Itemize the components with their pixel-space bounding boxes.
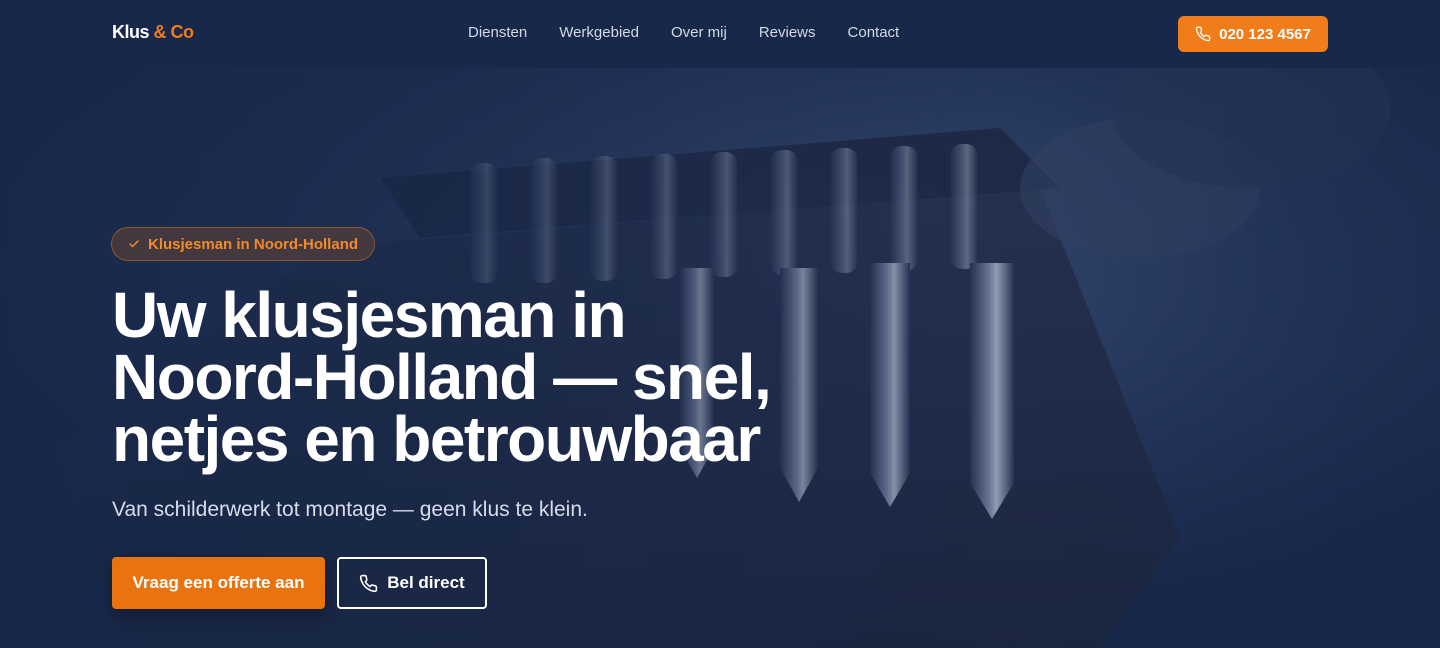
nav-link-contact[interactable]: Contact xyxy=(848,24,900,41)
hero-section: Klusjesman in Noord-Holland Uw klusjesma… xyxy=(0,68,1440,648)
phone-icon xyxy=(1195,26,1211,42)
badge-label: Klusjesman in Noord-Holland xyxy=(148,235,359,253)
check-icon xyxy=(128,238,140,250)
nav-link-diensten[interactable]: Diensten xyxy=(468,24,527,41)
nav-link-reviews[interactable]: Reviews xyxy=(759,24,816,41)
navbar: Klus & Co Diensten Werkgebied Over mij R… xyxy=(0,0,1440,68)
logo[interactable]: Klus & Co xyxy=(112,22,194,43)
hero-headline: Uw klusjesman in Noord-Holland — snel, n… xyxy=(112,279,772,475)
request-quote-button[interactable]: Vraag een offerte aan xyxy=(112,557,325,609)
location-badge: Klusjesman in Noord-Holland xyxy=(111,227,376,261)
hero-subline: Van schilderwerk tot montage — geen klus… xyxy=(112,498,588,521)
main-nav: Diensten Werkgebied Over mij Reviews Con… xyxy=(468,24,899,41)
phone-button[interactable]: 020 123 4567 xyxy=(1178,16,1328,52)
nav-link-werkgebied[interactable]: Werkgebied xyxy=(559,24,639,41)
logo-accent: & Co xyxy=(153,22,195,42)
phone-number: 020 123 4567 xyxy=(1219,25,1311,43)
nav-link-over-mij[interactable]: Over mij xyxy=(671,24,727,41)
request-quote-label: Vraag een offerte aan xyxy=(132,573,305,592)
phone-icon xyxy=(359,574,378,593)
call-now-label: Bel direct xyxy=(387,573,465,592)
logo-main: Klus xyxy=(112,22,150,42)
call-now-button[interactable]: Bel direct xyxy=(337,557,487,609)
